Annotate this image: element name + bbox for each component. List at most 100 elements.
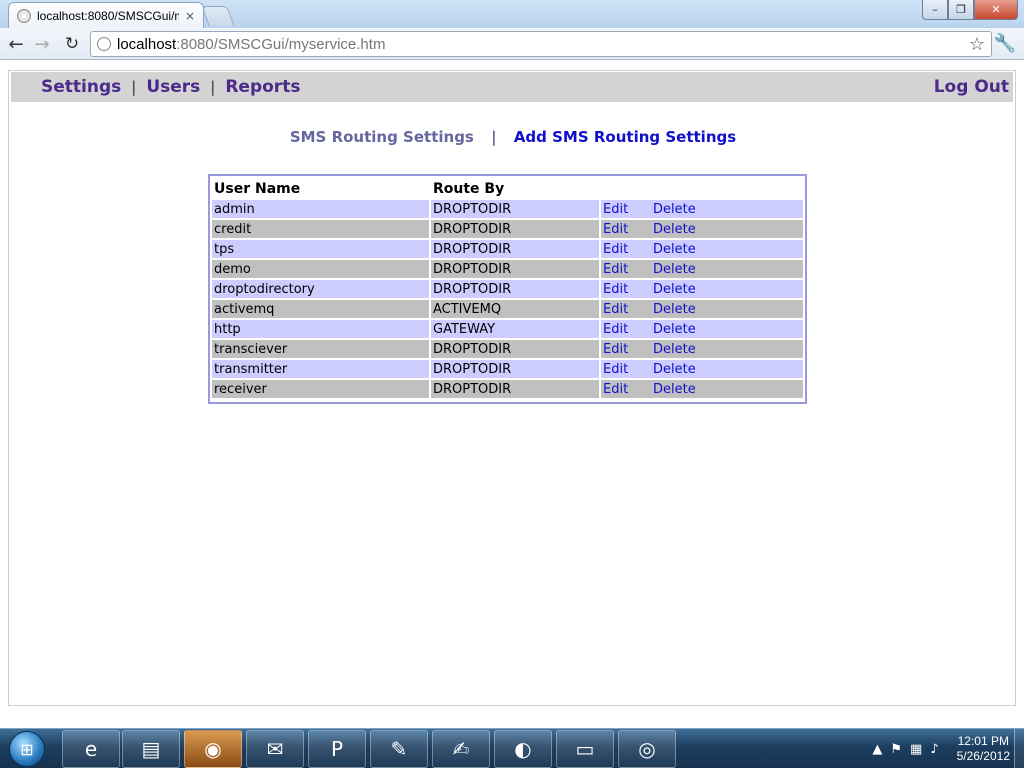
edit-link[interactable]: Edit xyxy=(601,240,651,258)
edit-link[interactable]: Edit xyxy=(601,300,651,318)
table-row: transciever DROPTODIR Edit Delete xyxy=(212,340,803,358)
clock[interactable]: 12:01 PM 5/26/2012 xyxy=(957,734,1010,764)
action-center-icon[interactable]: ⚑ xyxy=(890,742,902,757)
nav-users-link[interactable]: Users xyxy=(146,77,200,97)
network-icon[interactable]: ▦ xyxy=(910,742,922,757)
logout-link[interactable]: Log Out xyxy=(934,77,1009,97)
table-row: activemq ACTIVEMQ Edit Delete xyxy=(212,300,803,318)
tab-title: localhost:8080/SMSCGui/m xyxy=(37,8,179,23)
cell-user: tps xyxy=(212,240,431,258)
page-globe-icon xyxy=(17,8,31,23)
subnav-separator: | xyxy=(491,128,497,146)
sub-navigation: SMS Routing Settings | Add SMS Routing S… xyxy=(9,128,1017,146)
maximize-button[interactable]: ❐ xyxy=(948,0,974,20)
cell-user: activemq xyxy=(212,300,431,318)
gtalk-icon[interactable]: ✉ xyxy=(246,730,304,768)
eclipse-icon[interactable]: ◐ xyxy=(494,730,552,768)
firefox-icon[interactable]: ◉ xyxy=(184,730,242,768)
edit-link[interactable]: Edit xyxy=(601,360,651,378)
windows-taskbar: ⊞ e ▤ ◉ ✉ P ✎ ✍ ◐ ▭ ◎ ▲ ⚑ ▦ ♪ 12:01 PM 5… xyxy=(0,728,1024,768)
internet-explorer-icon[interactable]: e xyxy=(62,730,120,768)
cmd-icon[interactable]: ▭ xyxy=(556,730,614,768)
reload-icon[interactable]: ↻ xyxy=(60,32,84,56)
cell-route: DROPTODIR xyxy=(431,260,601,278)
header-route-by: Route By xyxy=(433,181,505,197)
cell-user: http xyxy=(212,320,431,338)
sms-routing-settings-link[interactable]: SMS Routing Settings xyxy=(290,128,474,146)
cell-user: receiver xyxy=(212,380,431,398)
url-host: localhost xyxy=(117,35,177,53)
cell-user: demo xyxy=(212,260,431,278)
browser-tab[interactable]: localhost:8080/SMSCGui/m × xyxy=(8,2,204,28)
edit-link[interactable]: Edit xyxy=(601,220,651,238)
header-actions-2 xyxy=(651,180,803,198)
edit-link[interactable]: Edit xyxy=(601,320,651,338)
edit-link[interactable]: Edit xyxy=(601,200,651,218)
cell-route: DROPTODIR xyxy=(431,220,601,238)
cell-user: transmitter xyxy=(212,360,431,378)
nav-reports-link[interactable]: Reports xyxy=(225,77,300,97)
cell-user: credit xyxy=(212,220,431,238)
edit-link[interactable]: Edit xyxy=(601,260,651,278)
nav-settings-link[interactable]: Settings xyxy=(41,77,121,97)
cell-route: DROPTODIR xyxy=(431,340,601,358)
notepad-plus-icon[interactable]: ✍ xyxy=(432,730,490,768)
url-text[interactable]: localhost:8080/SMSCGui/myservice.htm xyxy=(117,36,969,53)
delete-link[interactable]: Delete xyxy=(651,280,803,298)
delete-link[interactable]: Delete xyxy=(651,240,803,258)
cell-user: admin xyxy=(212,200,431,218)
cell-route: DROPTODIR xyxy=(431,280,601,298)
show-desktop-button[interactable] xyxy=(1014,729,1024,768)
system-tray: ▲ ⚑ ▦ ♪ 12:01 PM 5/26/2012 xyxy=(872,729,1010,768)
minimize-button[interactable]: – xyxy=(922,0,948,20)
top-navigation: Settings | Users | Reports Log Out xyxy=(11,72,1013,102)
wrench-menu-icon[interactable]: 🔧 xyxy=(994,33,1016,54)
powerpoint-icon[interactable]: P xyxy=(308,730,366,768)
explorer-icon[interactable]: ▤ xyxy=(122,730,180,768)
show-hidden-icons-icon[interactable]: ▲ xyxy=(872,742,882,757)
tab-close-icon[interactable]: × xyxy=(185,9,195,23)
address-bar[interactable]: localhost:8080/SMSCGui/myservice.htm ☆ xyxy=(90,31,992,57)
edit-link[interactable]: Edit xyxy=(601,340,651,358)
header-actions-1 xyxy=(601,180,651,198)
cell-route: ACTIVEMQ xyxy=(431,300,601,318)
table-row: droptodirectory DROPTODIR Edit Delete xyxy=(212,280,803,298)
edit-link[interactable]: Edit xyxy=(601,380,651,398)
chrome-icon[interactable]: ◎ xyxy=(618,730,676,768)
bookmark-star-icon[interactable]: ☆ xyxy=(969,34,985,55)
nav-separator: | xyxy=(210,78,216,96)
edit-link[interactable]: Edit xyxy=(601,280,651,298)
close-window-button[interactable]: ✕ xyxy=(974,0,1018,20)
forward-arrow-icon[interactable]: → xyxy=(30,32,54,56)
back-arrow-icon[interactable]: ← xyxy=(4,32,28,56)
delete-link[interactable]: Delete xyxy=(651,300,803,318)
add-sms-routing-settings-link[interactable]: Add SMS Routing Settings xyxy=(514,128,736,146)
delete-link[interactable]: Delete xyxy=(651,360,803,378)
start-button[interactable]: ⊞ xyxy=(2,730,52,768)
clock-time: 12:01 PM xyxy=(957,734,1009,748)
table-body: admin DROPTODIR Edit Delete credit DROPT… xyxy=(212,200,803,398)
new-tab-button[interactable] xyxy=(201,6,235,26)
delete-link[interactable]: Delete xyxy=(651,220,803,238)
table-row: demo DROPTODIR Edit Delete xyxy=(212,260,803,278)
table-header-row: User Name Route By xyxy=(212,180,803,198)
paint-icon[interactable]: ✎ xyxy=(370,730,428,768)
delete-link[interactable]: Delete xyxy=(651,380,803,398)
cell-user: droptodirectory xyxy=(212,280,431,298)
table-row: tps DROPTODIR Edit Delete xyxy=(212,240,803,258)
table-row: transmitter DROPTODIR Edit Delete xyxy=(212,360,803,378)
cell-user: transciever xyxy=(212,340,431,358)
table-row: http GATEWAY Edit Delete xyxy=(212,320,803,338)
volume-icon[interactable]: ♪ xyxy=(930,742,938,757)
delete-link[interactable]: Delete xyxy=(651,260,803,278)
delete-link[interactable]: Delete xyxy=(651,320,803,338)
delete-link[interactable]: Delete xyxy=(651,200,803,218)
header-user-name: User Name xyxy=(214,181,301,197)
page-info-icon[interactable] xyxy=(97,37,111,51)
routing-table: User Name Route By admin DROPTODIR Edit … xyxy=(208,174,807,404)
browser-titlebar: localhost:8080/SMSCGui/m × – ❐ ✕ xyxy=(0,0,1024,28)
page-content: Settings | Users | Reports Log Out SMS R… xyxy=(8,70,1016,706)
delete-link[interactable]: Delete xyxy=(651,340,803,358)
table-row: credit DROPTODIR Edit Delete xyxy=(212,220,803,238)
cell-route: DROPTODIR xyxy=(431,240,601,258)
